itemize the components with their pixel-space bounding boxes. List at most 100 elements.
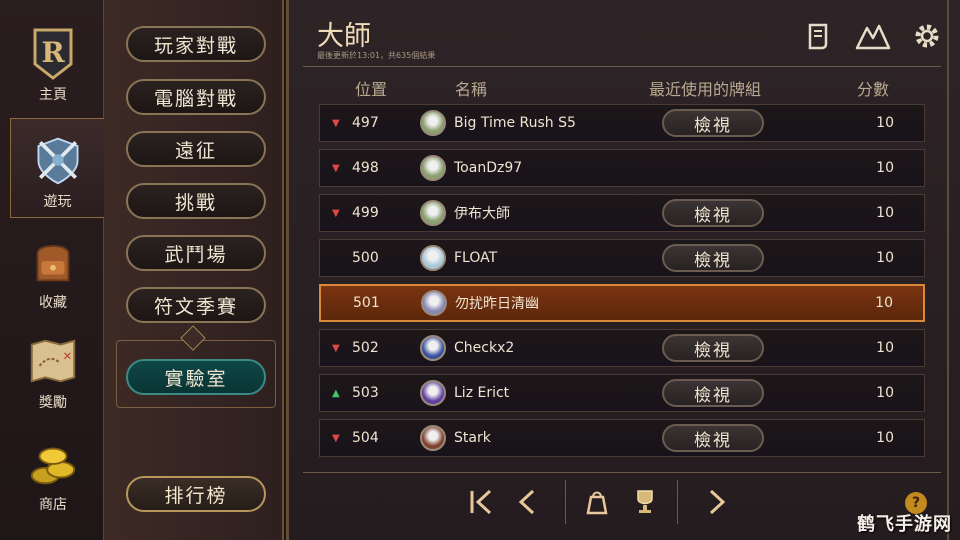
rank-position: 504 bbox=[352, 430, 379, 446]
gauntlet-button[interactable]: 武鬥場 bbox=[126, 235, 266, 271]
view-deck-button[interactable]: 檢視 bbox=[662, 379, 764, 407]
rank-down-icon: ▼ bbox=[332, 342, 340, 354]
svg-text:✕: ✕ bbox=[63, 349, 73, 363]
gear-icon[interactable] bbox=[908, 20, 946, 52]
column-header-name: 名稱 bbox=[455, 80, 488, 99]
mountains-icon[interactable] bbox=[854, 20, 892, 52]
trophy-icon[interactable] bbox=[627, 484, 663, 520]
nav-collection[interactable]: 收藏 bbox=[10, 218, 96, 318]
next-page-icon[interactable] bbox=[699, 484, 735, 520]
main-nav-rail: R 主頁 遊玩 收藏 ✕ 獎勵 商店 bbox=[0, 0, 104, 540]
lab-button[interactable]: 實驗室 bbox=[126, 359, 266, 395]
leaderboard-row[interactable]: ▼ 498 ToanDz97 10 bbox=[319, 149, 925, 187]
player-score: 10 bbox=[876, 160, 894, 176]
rank-down-icon: ▼ bbox=[332, 117, 340, 129]
nav-rewards-label: 獎勵 bbox=[39, 395, 67, 411]
footer-divider bbox=[303, 472, 941, 473]
nav-play[interactable]: 遊玩 bbox=[10, 118, 104, 218]
nav-home[interactable]: R 主頁 bbox=[10, 10, 96, 110]
last-updated-text: 最後更新於13:01，共635個結果 bbox=[317, 51, 436, 60]
rank-position: 499 bbox=[352, 205, 379, 221]
leaderboard-row[interactable]: 501 勿扰昨日清幽 10 bbox=[319, 284, 925, 322]
rank-down-icon: ▼ bbox=[332, 432, 340, 444]
player-name: Checkx2 bbox=[454, 340, 515, 356]
player-name: Big Time Rush S5 bbox=[454, 115, 576, 131]
nav-play-label: 遊玩 bbox=[43, 194, 72, 210]
player-name: FLOAT bbox=[454, 250, 498, 266]
view-deck-button[interactable]: 檢視 bbox=[662, 244, 764, 272]
leaderboard-row[interactable]: ▲ 503 Liz Erict 檢視 10 bbox=[319, 374, 925, 412]
view-deck-button[interactable]: 檢視 bbox=[662, 334, 764, 362]
view-deck-button[interactable]: 檢視 bbox=[662, 424, 764, 452]
expedition-button[interactable]: 遠征 bbox=[126, 131, 266, 167]
gold-coins-icon bbox=[26, 436, 80, 490]
column-header-score: 分數 bbox=[857, 80, 890, 99]
rank-position: 503 bbox=[352, 385, 379, 401]
player-name: 伊布大師 bbox=[454, 206, 510, 222]
player-avatar bbox=[420, 110, 446, 136]
watermark-logo: 鹤飞手游网 bbox=[857, 514, 952, 535]
crossed-swords-shield-icon bbox=[31, 133, 85, 187]
scroll-log-icon[interactable] bbox=[800, 20, 838, 52]
player-score: 10 bbox=[876, 430, 894, 446]
pager-separator bbox=[565, 480, 566, 524]
challenges-button[interactable]: 挑戰 bbox=[126, 183, 266, 219]
player-avatar bbox=[421, 290, 447, 316]
region-bag-icon[interactable] bbox=[579, 484, 615, 520]
rank-position: 497 bbox=[352, 115, 379, 131]
player-avatar bbox=[420, 155, 446, 181]
player-score: 10 bbox=[876, 205, 894, 221]
legends-of-runeterra-logo-icon: R bbox=[26, 26, 80, 80]
seasonal-button[interactable]: 符文季賽 bbox=[126, 287, 266, 323]
column-header-position: 位置 bbox=[355, 80, 388, 99]
nav-store-label: 商店 bbox=[39, 497, 67, 513]
nav-collection-label: 收藏 bbox=[39, 295, 67, 311]
rank-position: 498 bbox=[352, 160, 379, 176]
play-submenu: 玩家對戰 電腦對戰 遠征 挑戰 武鬥場 符文季賽 實驗室 排行榜 bbox=[104, 0, 284, 540]
panel-toolbar bbox=[800, 20, 946, 52]
view-deck-button[interactable]: 檢視 bbox=[662, 109, 764, 137]
first-page-icon[interactable] bbox=[463, 484, 499, 520]
player-avatar bbox=[420, 335, 446, 361]
player-score: 10 bbox=[876, 115, 894, 131]
rank-down-icon: ▼ bbox=[332, 207, 340, 219]
leaderboard-button[interactable]: 排行榜 bbox=[126, 476, 266, 512]
pvp-button[interactable]: 玩家對戰 bbox=[126, 26, 266, 62]
pagination: ? bbox=[287, 476, 949, 526]
rank-position: 501 bbox=[353, 295, 380, 311]
treasure-map-icon: ✕ bbox=[26, 334, 80, 388]
rank-position: 502 bbox=[352, 340, 379, 356]
vs-ai-button[interactable]: 電腦對戰 bbox=[126, 79, 266, 115]
player-name: Stark bbox=[454, 430, 491, 446]
leaderboard-row[interactable]: ▼ 504 Stark 檢視 10 bbox=[319, 419, 925, 457]
leaderboard-row[interactable]: ▼ 497 Big Time Rush S5 檢視 10 bbox=[319, 104, 925, 142]
header-divider bbox=[303, 66, 941, 67]
leaderboard-row[interactable]: 500 FLOAT 檢視 10 bbox=[319, 239, 925, 277]
column-header-deck: 最近使用的牌組 bbox=[649, 80, 762, 99]
rank-down-icon: ▼ bbox=[332, 162, 340, 174]
nav-rewards[interactable]: ✕ 獎勵 bbox=[10, 318, 96, 418]
player-score: 10 bbox=[876, 385, 894, 401]
player-score: 10 bbox=[876, 340, 894, 356]
pager-separator bbox=[677, 480, 678, 524]
nav-store[interactable]: 商店 bbox=[10, 420, 96, 520]
page-title: 大師 bbox=[317, 21, 371, 52]
svg-text:R: R bbox=[41, 36, 65, 69]
leaderboard-row[interactable]: ▼ 499 伊布大師 檢視 10 bbox=[319, 194, 925, 232]
leaderboard-panel: 大師 最後更新於13:01，共635個結果 位置 名稱 最近使用的牌組 分數 ▼… bbox=[286, 0, 960, 540]
previous-page-icon[interactable] bbox=[509, 484, 545, 520]
nav-home-label: 主頁 bbox=[39, 87, 67, 103]
player-name: 勿扰昨日清幽 bbox=[455, 296, 539, 312]
player-score: 10 bbox=[875, 295, 893, 311]
player-avatar bbox=[420, 380, 446, 406]
player-avatar bbox=[420, 200, 446, 226]
player-avatar bbox=[420, 245, 446, 271]
player-score: 10 bbox=[876, 250, 894, 266]
player-name: ToanDz97 bbox=[454, 160, 523, 176]
player-avatar bbox=[420, 425, 446, 451]
rank-position: 500 bbox=[352, 250, 379, 266]
player-name: Liz Erict bbox=[454, 385, 510, 401]
leaderboard-row[interactable]: ▼ 502 Checkx2 檢視 10 bbox=[319, 329, 925, 367]
backpack-icon bbox=[26, 234, 80, 288]
view-deck-button[interactable]: 檢視 bbox=[662, 199, 764, 227]
